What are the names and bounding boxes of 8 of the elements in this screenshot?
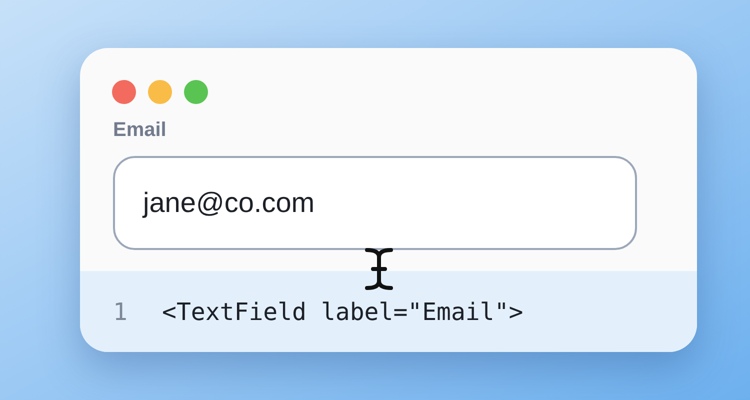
text-cursor-icon: [364, 247, 394, 291]
window-control[interactable]: [148, 80, 172, 104]
code-line: <TextField label="Email">: [162, 296, 524, 326]
field-label: Email: [113, 118, 168, 142]
email-field[interactable]: jane@co.com: [113, 156, 637, 250]
window-control[interactable]: [184, 80, 208, 104]
window-control[interactable]: [112, 80, 136, 104]
line-number: 1: [113, 296, 128, 326]
